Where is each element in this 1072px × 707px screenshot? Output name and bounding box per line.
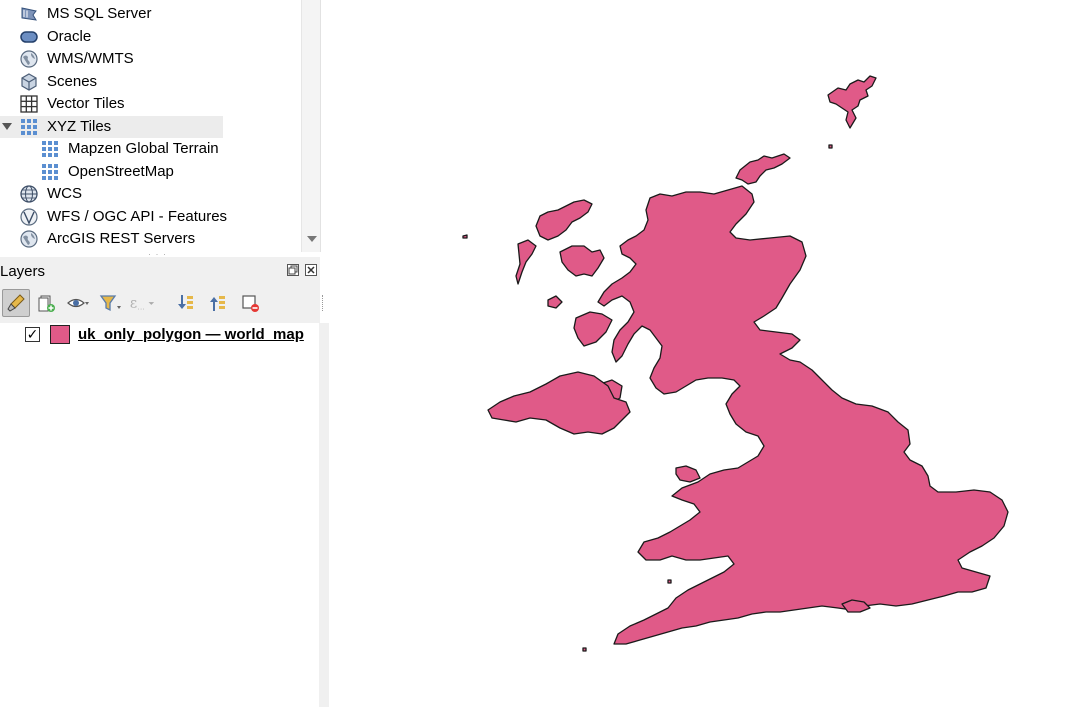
style-manager-icon[interactable] (2, 289, 30, 317)
great-britain-polygon (597, 185, 1009, 645)
island-polygon (582, 647, 587, 652)
tree-item-xyz-tiles[interactable]: XYZ Tiles (0, 116, 223, 138)
tree-item-label: WCS (47, 185, 82, 202)
svg-text:…: … (137, 303, 144, 312)
tree-item-label: WMS/WMTS (47, 50, 134, 67)
anglesey-polygon (675, 465, 701, 483)
tree-item-label: ArcGIS REST Servers (47, 230, 196, 247)
expand-all-icon[interactable] (172, 289, 200, 317)
layer-symbol-swatch[interactable] (50, 325, 70, 344)
uk-polygon-map (462, 75, 1009, 652)
scroll-down-arrow-icon[interactable] (307, 236, 317, 242)
hebrides-south-polygon (515, 239, 537, 285)
layers-panel-edge (319, 323, 329, 707)
shetland-polygon (827, 75, 877, 129)
layers-toolbar: ε… (0, 287, 323, 319)
qgis-window: MS SQL Server Oracle WMS/WMTS Scenes Vec (0, 0, 1072, 707)
layers-tree: ✓ uk_only_polygon — world_map (0, 323, 320, 707)
island-polygon (667, 579, 672, 584)
xyz-tiles-grid-icon (40, 162, 60, 182)
add-group-icon[interactable] (32, 289, 60, 317)
tree-item-label: Mapzen Global Terrain (68, 140, 219, 157)
arcgis-globe-icon (19, 229, 39, 249)
filter-legend-icon[interactable] (96, 289, 124, 317)
tree-item-label: Vector Tiles (47, 95, 125, 112)
float-panel-icon[interactable] (287, 264, 299, 276)
manage-visibility-eye-icon[interactable] (64, 289, 92, 317)
island-polygon (462, 234, 468, 239)
wcs-globe-icon (19, 184, 39, 204)
tree-item-label: XYZ Tiles (47, 118, 112, 135)
vector-tiles-grid-icon (19, 94, 39, 114)
wms-globe-icon (19, 49, 39, 69)
toolbar-grip (322, 295, 324, 311)
tree-item-label: Oracle (47, 28, 92, 45)
tree-item-label: MS SQL Server (47, 5, 152, 22)
tree-item-label: Scenes (47, 73, 98, 90)
oracle-icon (19, 27, 39, 47)
island-polygon (828, 144, 833, 149)
collapse-all-icon[interactable] (204, 289, 232, 317)
layer-row[interactable]: ✓ uk_only_polygon — world_map (0, 323, 320, 347)
wfs-globe-icon (19, 207, 39, 227)
filter-expression-icon[interactable]: ε… (128, 289, 156, 317)
xyz-tiles-grid-icon (19, 117, 39, 137)
close-panel-icon[interactable] (305, 264, 317, 276)
layers-panel: Layers ε… ✓ uk_only_polygon — world_map (0, 257, 329, 707)
panel-splitter-handle[interactable]: · · · · (148, 250, 172, 263)
outer-hebrides-polygon (535, 199, 593, 241)
xyz-tiles-grid-icon (40, 139, 60, 159)
tree-item-label: WFS / OGC API - Features (47, 208, 228, 225)
collapse-arrow-icon[interactable] (2, 123, 12, 130)
browser-scrollbar[interactable] (301, 0, 320, 252)
layer-visibility-checkbox[interactable]: ✓ (25, 327, 40, 342)
layer-name[interactable]: uk_only_polygon — world_map (78, 326, 304, 343)
layers-panel-title: Layers (0, 263, 46, 280)
mssql-icon (19, 4, 39, 24)
skye-polygon (559, 245, 605, 277)
remove-layer-icon[interactable] (236, 289, 264, 317)
svg-text:ε: ε (130, 296, 137, 312)
map-canvas[interactable] (330, 0, 1072, 707)
tree-item-label: OpenStreetMap (68, 163, 174, 180)
orkney-polygon (735, 153, 791, 185)
browser-panel: MS SQL Server Oracle WMS/WMTS Scenes Vec (0, 0, 321, 252)
scenes-cube-icon (19, 72, 39, 92)
mull-polygon (573, 311, 613, 347)
small-isles-polygon (547, 295, 563, 309)
